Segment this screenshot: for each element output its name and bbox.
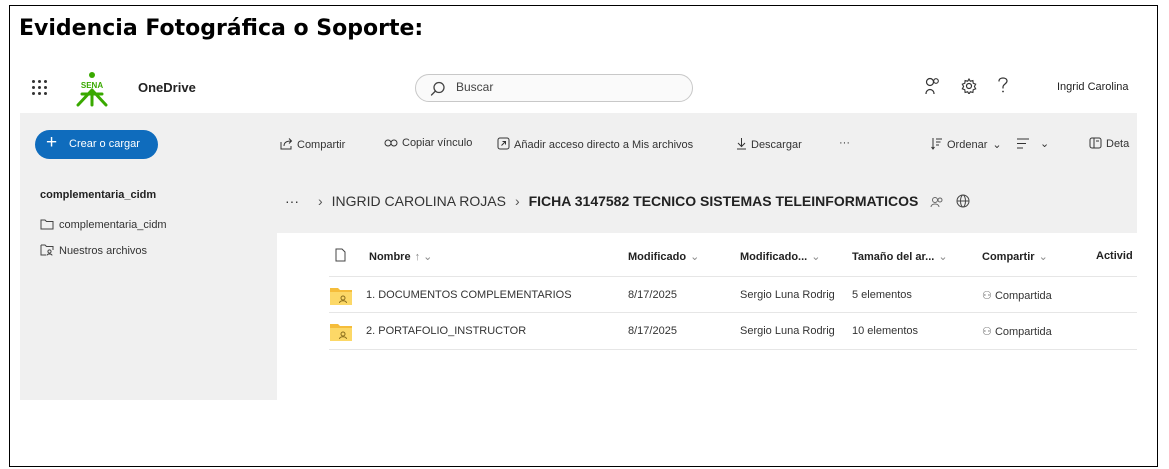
globe-icon	[956, 194, 970, 208]
share-command[interactable]: Compartir	[280, 137, 345, 151]
chevron-down-icon: ⌄	[938, 251, 948, 263]
share-label: Compartir	[297, 139, 346, 151]
column-header-modified-by[interactable]: Modificado... ⌄	[740, 250, 820, 263]
more-commands-button[interactable]: ···	[839, 137, 850, 149]
add-shortcut-label: Añadir acceso directo a Mis archivos	[514, 139, 694, 151]
row-size: 10 elementos	[852, 325, 919, 337]
shared-people-icon	[930, 197, 943, 208]
sort-ascending-icon: ↑ ⌄	[414, 251, 433, 263]
column-label: Compartir	[982, 251, 1035, 263]
sena-logo: SENA	[76, 72, 108, 107]
chevron-down-icon: ⌄	[811, 251, 821, 263]
column-header-activity[interactable]: Activid	[1096, 250, 1133, 262]
row-name[interactable]: 2. PORTAFOLIO_INSTRUCTOR	[366, 325, 526, 337]
download-icon	[737, 138, 746, 150]
sidebar-item-label: complementaria_cidm	[59, 219, 167, 231]
sidebar-item-our-files[interactable]: Nuestros archivos	[40, 244, 147, 257]
copy-link-label: Copiar vínculo	[402, 137, 473, 149]
search-icon	[430, 81, 445, 96]
column-label: Modificado	[628, 251, 687, 263]
document-title: Evidencia Fotográfica o Soporte:	[19, 16, 424, 41]
list-view-icon	[1017, 138, 1029, 149]
row-modified-by: Sergio Luna Rodrig	[740, 289, 835, 301]
row-name[interactable]: 1. DOCUMENTOS COMPLEMENTARIOS	[366, 289, 572, 301]
shared-files-icon	[40, 244, 54, 256]
shared-people-icon: ⚇	[982, 326, 992, 338]
table-row[interactable]: 1. DOCUMENTOS COMPLEMENTARIOS 8/17/2025 …	[329, 276, 1137, 313]
create-upload-button[interactable]: + Crear o cargar	[35, 130, 158, 159]
sidebar-item-complementaria[interactable]: complementaria_cidm	[40, 218, 167, 231]
top-bar: SENA OneDrive Ingrid Carolina	[20, 65, 1137, 113]
row-sharing[interactable]: ⚇ Compartida	[982, 289, 1052, 302]
add-shortcut-command[interactable]: Añadir acceso directo a Mis archivos	[497, 137, 693, 151]
row-modified: 8/17/2025	[628, 325, 677, 337]
user-name[interactable]: Ingrid Carolina	[1057, 81, 1129, 93]
row-sharing-label: Compartida	[994, 290, 1052, 302]
row-sharing[interactable]: ⚇ Compartida	[982, 325, 1052, 338]
details-pane-button[interactable]: Deta	[1089, 137, 1129, 150]
chevron-down-icon: ⌄	[690, 251, 700, 263]
breadcrumb-current: FICHA 3147582 TECNICO SISTEMAS TELEINFOR…	[528, 193, 919, 209]
chevron-right-icon: ›	[318, 193, 323, 209]
sort-icon	[931, 138, 942, 150]
folder-icon	[40, 219, 54, 230]
create-upload-label: Crear o cargar	[69, 138, 140, 150]
row-modified: 8/17/2025	[628, 289, 677, 301]
shared-folder-icon	[330, 324, 352, 341]
chevron-right-icon: ›	[514, 193, 520, 209]
column-label: Tamaño del ar...	[852, 251, 935, 263]
search-input[interactable]	[454, 79, 658, 95]
command-bar: Compartir Copiar vínculo Añadir acceso d…	[277, 113, 1137, 163]
chevron-down-icon: ⌄	[1038, 251, 1048, 263]
column-header-modified[interactable]: Modificado ⌄	[628, 250, 699, 263]
row-modified-by: Sergio Luna Rodrig	[740, 325, 835, 337]
onedrive-screenshot: SENA OneDrive Ingrid Carolina +	[20, 65, 1137, 400]
details-pane-icon	[1089, 137, 1102, 149]
breadcrumb-parent[interactable]: INGRID CAROLINA ROJAS	[332, 193, 506, 209]
shared-folder-icon	[330, 288, 352, 305]
row-size: 5 elementos	[852, 289, 912, 301]
download-command[interactable]: Descargar	[736, 137, 802, 151]
sort-label: Ordenar	[947, 139, 988, 151]
breadcrumb-more-button[interactable]: ···	[285, 193, 299, 209]
waffle-icon[interactable]	[32, 80, 47, 95]
link-icon	[384, 139, 398, 147]
view-options-button[interactable]: ⌄	[1016, 137, 1049, 150]
plus-icon: +	[46, 132, 58, 153]
row-sharing-label: Compartida	[994, 326, 1052, 338]
breadcrumb: ··· › INGRID CAROLINA ROJAS › FICHA 3147582 …	[285, 193, 970, 209]
sidebar-item-label: Nuestros archivos	[59, 245, 148, 257]
details-label: Deta	[1106, 138, 1130, 150]
shared-people-icon: ⚇	[982, 290, 992, 302]
column-label: Nombre	[369, 251, 411, 263]
app-name[interactable]: OneDrive	[138, 80, 196, 95]
share-icon	[280, 138, 293, 150]
file-list: Nombre ↑ ⌄ Modificado ⌄ Modificado... ⌄ Tam…	[277, 233, 1137, 400]
settings-icon[interactable]	[961, 78, 977, 94]
column-header-sharing[interactable]: Compartir ⌄	[982, 250, 1048, 263]
column-header-name[interactable]: Nombre ↑ ⌄	[369, 250, 432, 263]
column-header-size[interactable]: Tamaño del ar... ⌄	[852, 250, 948, 263]
shortcut-icon	[497, 137, 510, 150]
sidebar-section-title[interactable]: complementaria_cidm	[40, 189, 156, 201]
sort-command[interactable]: Ordenar ⌄	[931, 137, 1002, 151]
file-type-icon	[335, 248, 346, 262]
table-row[interactable]: 2. PORTAFOLIO_INSTRUCTOR 8/17/2025 Sergi…	[329, 312, 1137, 350]
people-icon[interactable]	[924, 77, 940, 95]
sidebar: + Crear o cargar complementaria_cidm com…	[20, 113, 277, 400]
chevron-down-icon: ⌄	[992, 139, 1002, 151]
copy-link-command[interactable]: Copiar vínculo	[384, 137, 472, 149]
help-icon[interactable]	[997, 76, 1009, 94]
download-label: Descargar	[751, 139, 802, 151]
search-box[interactable]	[415, 74, 693, 102]
column-label: Modificado...	[740, 251, 808, 263]
chevron-down-icon: ⌄	[1040, 138, 1050, 150]
